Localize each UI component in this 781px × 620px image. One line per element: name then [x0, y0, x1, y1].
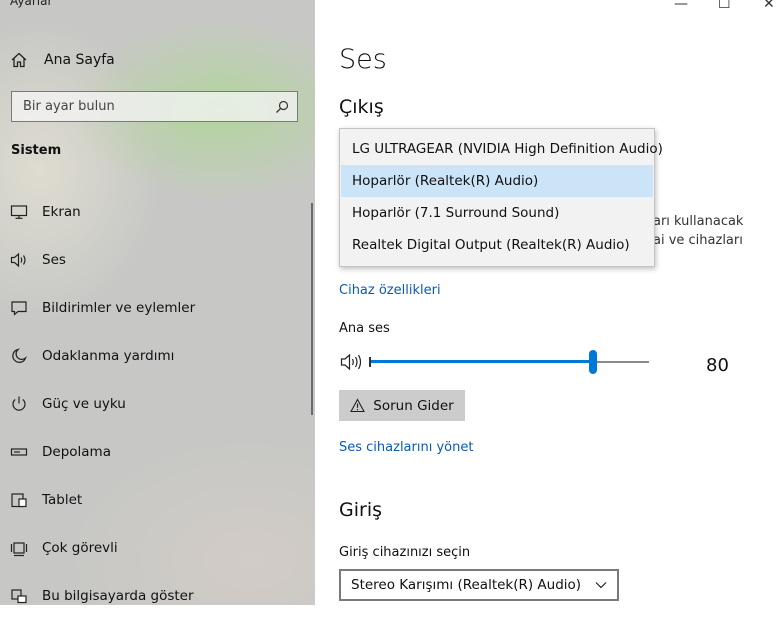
sidebar-item-ses[interactable]: Ses — [0, 236, 312, 284]
output-device-dropdown[interactable]: LG ULTRAGEAR (NVIDIA High Definition Aud… — [339, 128, 663, 267]
storage-icon — [10, 448, 28, 456]
monitor-icon — [10, 205, 28, 219]
sidebar-item-bildirimler[interactable]: Bildirimler ve eylemler — [0, 284, 312, 332]
maximize-button[interactable]: ☐ — [718, 0, 731, 12]
moon-icon — [12, 348, 27, 363]
sidebar-item-label: Çok görevli — [42, 540, 118, 556]
sidebar-item-ekran[interactable]: Ekran — [0, 188, 312, 236]
speaker-icon — [10, 252, 26, 268]
home-icon — [11, 52, 27, 68]
sidebar-item-label: Depolama — [42, 444, 111, 460]
sidebar-item-label: Güç ve uyku — [42, 396, 126, 412]
notification-icon — [11, 301, 27, 316]
sidebar-item-label: Bildirimler ve eylemler — [42, 300, 196, 316]
sidebar-item-label: Ses — [42, 252, 66, 268]
input-heading: Giriş — [339, 499, 382, 521]
close-button[interactable]: ✕ — [763, 0, 775, 12]
sidebar-item-guc[interactable]: Güç ve uyku — [0, 380, 312, 428]
troubleshoot-button[interactable]: Sorun Gider — [339, 390, 465, 421]
power-icon — [12, 396, 26, 411]
partial-description-line-1: arı kullanacak — [653, 214, 744, 229]
sidebar-scrollbar[interactable] — [311, 203, 313, 415]
settings-search[interactable] — [11, 91, 298, 122]
volume-slider[interactable] — [369, 350, 649, 374]
nav-home-label: Ana Sayfa — [44, 52, 115, 68]
multitask-icon — [10, 542, 28, 557]
sidebar-item-odaklanma[interactable]: Odaklanma yardımı — [0, 332, 312, 380]
output-device-option[interactable]: LG ULTRAGEAR (NVIDIA High Definition Aud… — [341, 133, 663, 165]
output-device-option[interactable]: Hoparlör (7.1 Surround Sound) — [341, 197, 653, 229]
settings-sidebar: Ayarlar Ana Sayfa Sistem Ekran Ses Bildi… — [0, 0, 315, 605]
volume-value: 80 — [706, 355, 729, 376]
input-device-select[interactable]: Stereo Karışımı (Realtek(R) Audio) — [339, 569, 619, 601]
page-title: Ses — [339, 44, 387, 75]
output-device-option-selected[interactable]: Hoparlör (Realtek(R) Audio) — [341, 165, 653, 197]
sidebar-item-goster[interactable]: Bu bilgisayarda göster — [0, 572, 312, 620]
minimize-button[interactable]: — — [674, 0, 688, 12]
chevron-down-icon — [595, 582, 607, 589]
master-volume-label: Ana ses — [339, 321, 390, 336]
sidebar-nav: Ekran Ses Bildirimler ve eylemler Odakla… — [0, 188, 312, 620]
output-device-option[interactable]: Realtek Digital Output (Realtek(R) Audio… — [341, 229, 653, 261]
device-properties-link[interactable]: Cihaz özellikleri — [339, 283, 441, 298]
sidebar-item-tablet[interactable]: Tablet — [0, 476, 312, 524]
search-icon[interactable] — [275, 100, 289, 114]
warning-icon — [350, 398, 366, 413]
project-icon — [11, 589, 27, 604]
volume-icon[interactable] — [340, 352, 362, 372]
input-device-label: Giriş cihazınızı seçin — [339, 545, 471, 560]
nav-home[interactable]: Ana Sayfa — [10, 50, 115, 70]
slider-thumb[interactable] — [589, 350, 597, 374]
sidebar-item-label: Ekran — [42, 204, 81, 220]
manage-devices-link[interactable]: Ses cihazlarını yönet — [339, 440, 473, 455]
tablet-icon — [11, 493, 27, 508]
slider-min-tick — [369, 357, 371, 367]
slider-fill — [369, 360, 593, 363]
input-device-selected: Stereo Karışımı (Realtek(R) Audio) — [351, 577, 582, 593]
section-heading: Sistem — [11, 143, 62, 158]
sidebar-item-depolama[interactable]: Depolama — [0, 428, 312, 476]
sidebar-item-cok-gorevli[interactable]: Çok görevli — [0, 524, 312, 572]
search-input[interactable] — [12, 98, 275, 115]
partial-description-line-2: ai ve cihazları — [653, 233, 743, 248]
sidebar-item-label: Bu bilgisayarda göster — [42, 588, 194, 604]
output-heading: Çıkış — [339, 96, 384, 118]
troubleshoot-label: Sorun Gider — [373, 397, 454, 414]
app-title: Ayarlar — [10, 0, 53, 8]
sidebar-item-label: Odaklanma yardımı — [42, 348, 175, 364]
sidebar-item-label: Tablet — [42, 492, 83, 508]
